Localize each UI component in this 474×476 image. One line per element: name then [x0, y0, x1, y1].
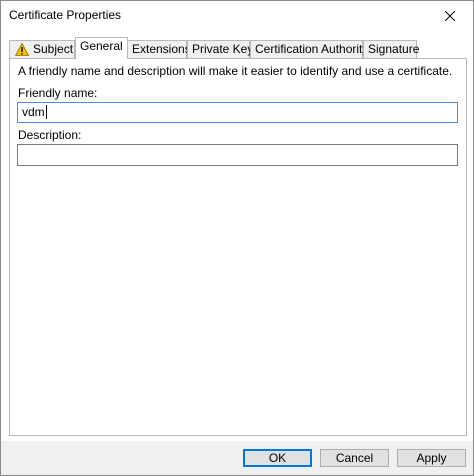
description-label: Description:: [18, 128, 82, 142]
tab-certification-authority[interactable]: Certification Authority: [250, 40, 368, 58]
tab-signature[interactable]: Signature: [363, 40, 420, 58]
intro-text: A friendly name and description will mak…: [18, 64, 453, 78]
text-caret: [45, 105, 47, 119]
cancel-button[interactable]: Cancel: [320, 449, 389, 467]
close-button[interactable]: [427, 1, 473, 30]
tab-private-key[interactable]: Private Key: [187, 40, 254, 58]
tab-private-key-label: Private Key: [192, 42, 254, 56]
apply-button[interactable]: Apply: [397, 449, 466, 467]
tab-general-label: General: [80, 39, 123, 53]
tab-certification-authority-label: Certification Authority: [255, 42, 369, 56]
friendly-name-input[interactable]: vdm: [17, 102, 458, 123]
tab-general[interactable]: General: [75, 37, 128, 59]
certificate-properties-dialog: Certificate Properties Subject General E…: [0, 0, 474, 476]
title-bar: Certificate Properties: [1, 1, 473, 30]
description-input[interactable]: [17, 144, 458, 166]
warning-icon: [15, 43, 29, 56]
tab-extensions[interactable]: Extensions: [127, 40, 191, 58]
tab-subject-label: Subject: [33, 42, 74, 56]
friendly-name-label: Friendly name:: [18, 86, 98, 100]
window-title: Certificate Properties: [9, 8, 122, 22]
general-tab-panel: A friendly name and description will mak…: [9, 58, 467, 436]
tab-extensions-label: Extensions: [132, 42, 191, 56]
ok-button[interactable]: OK: [243, 449, 312, 467]
friendly-name-value: vdm: [22, 105, 45, 119]
close-icon: [445, 10, 455, 21]
tab-subject[interactable]: Subject: [9, 40, 75, 58]
tab-signature-label: Signature: [368, 42, 420, 56]
button-bar: OK Cancel Apply: [1, 441, 473, 475]
